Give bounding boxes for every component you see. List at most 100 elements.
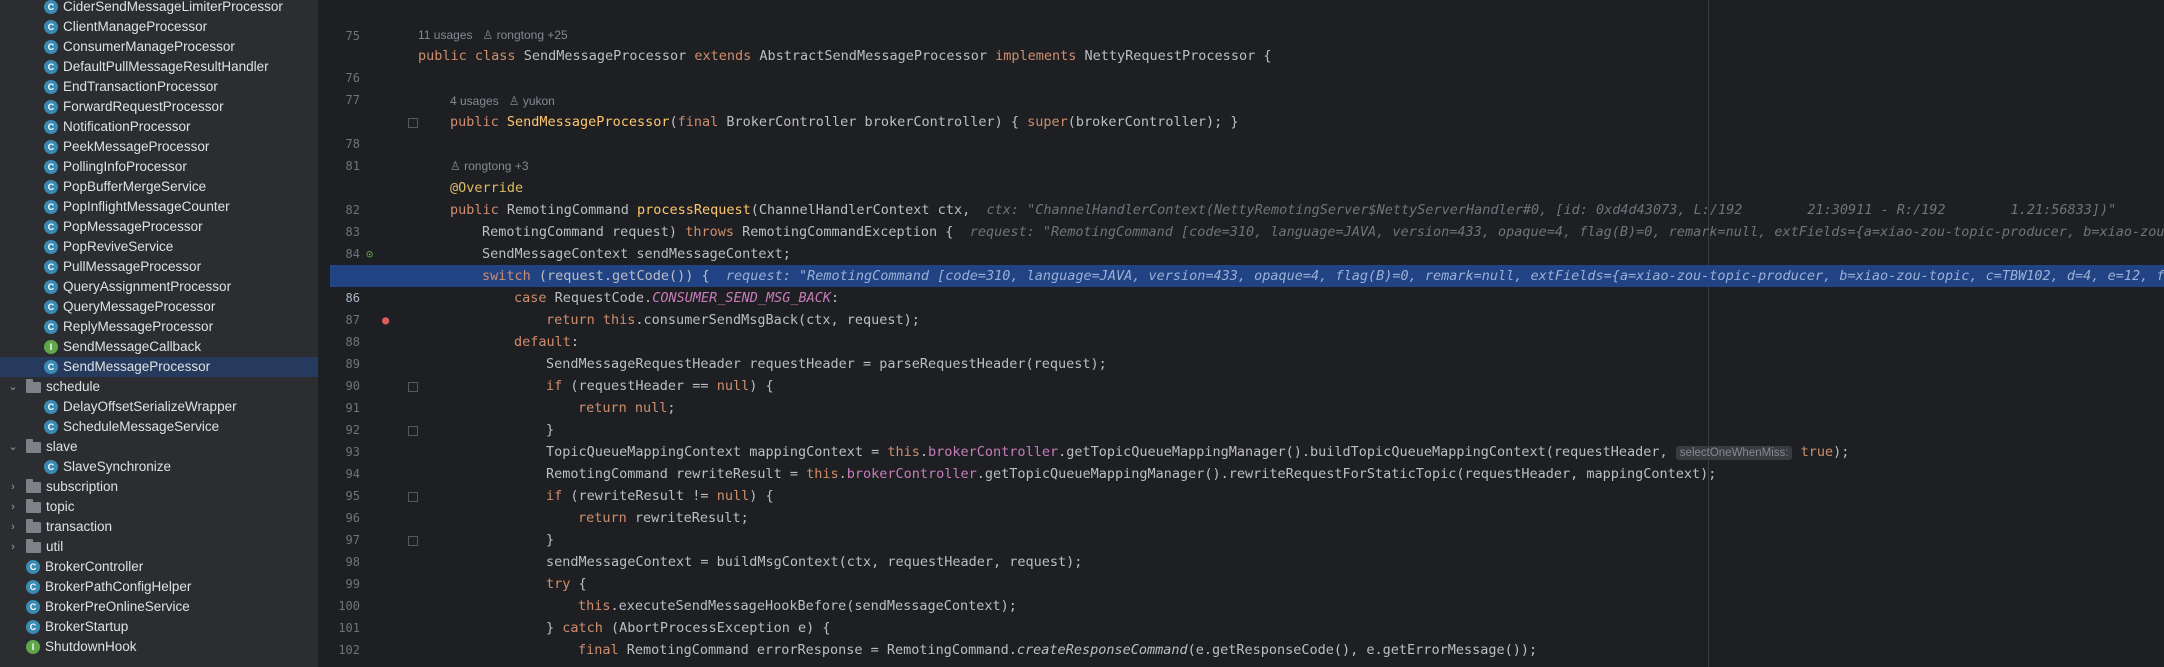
tree-item[interactable]: C BrokerPathConfigHelper (0, 577, 318, 597)
code-text[interactable]: public RemotingCommand processRequest(Ch… (450, 199, 2116, 221)
fold-marker[interactable] (408, 536, 418, 546)
tree-item[interactable]: C QueryMessageProcessor (0, 297, 318, 317)
code-editor[interactable]: 11 usages ♙ rongtong +25 4 usages ♙ yuko… (330, 0, 2164, 667)
code-line[interactable]: 103 final RemotingCommand errorResponse … (330, 639, 2164, 667)
tree-item[interactable]: C DefaultPullMessageResultHandler (0, 57, 318, 77)
code-line[interactable]: 81 (330, 133, 2164, 173)
tree-item[interactable]: C PeekMessageProcessor (0, 137, 318, 157)
code-text[interactable]: return rewriteResult; (578, 507, 749, 529)
chevron-right-icon[interactable]: › (8, 497, 18, 517)
tree-item[interactable]: C BrokerStartup (0, 617, 318, 637)
tree-item[interactable]: C DelayOffsetSerializeWrapper (0, 397, 318, 417)
tree-folder-schedule[interactable]: ⌄ schedule (0, 377, 318, 397)
code-text[interactable]: RemotingCommand request) throws Remoting… (482, 221, 2164, 243)
tree-item[interactable]: C BrokerPreOnlineService (0, 597, 318, 617)
code-text[interactable]: sendMessageContext = buildMsgContext(ctx… (546, 551, 1082, 573)
author-label[interactable]: rongtong +3 (464, 159, 528, 173)
code-line[interactable]: 101 this.executeSendMessageHookBefore(se… (330, 595, 2164, 635)
code-line[interactable]: 97 return rewriteResult; (330, 507, 2164, 547)
tree-item[interactable]: C CiderSendMessageLimiterProcessor (0, 0, 318, 17)
code-text[interactable]: try { (546, 573, 587, 595)
code-text[interactable]: @Override (450, 177, 523, 199)
code-line[interactable]: 99 sendMessageContext = buildMsgContext(… (330, 551, 2164, 591)
code-text[interactable]: } (546, 419, 554, 441)
ctor-usage-hint[interactable]: 4 usages ♙ yukon (450, 94, 555, 108)
tree-item[interactable]: C PopBufferMergeService (0, 177, 318, 197)
fold-marker[interactable] (408, 426, 418, 436)
code-text[interactable]: SendMessageRequestHeader requestHeader =… (546, 353, 1107, 375)
tree-item[interactable]: C ConsumerManageProcessor (0, 37, 318, 57)
code-line[interactable]: 88 return this.consumerSendMsgBack(ctx, … (330, 309, 2164, 349)
tree-item[interactable]: C PopInflightMessageCounter (0, 197, 318, 217)
code-text[interactable]: return null; (578, 397, 676, 419)
code-line[interactable]: 75 (330, 3, 2164, 43)
code-text[interactable]: } (546, 529, 554, 551)
code-line[interactable]: 93 } (330, 419, 2164, 459)
tree-item[interactable]: C EndTransactionProcessor (0, 77, 318, 97)
code-line[interactable]: 85 SendMessageContext sendMessageContext… (330, 243, 2164, 283)
chevron-right-icon[interactable]: › (8, 517, 18, 537)
code-text[interactable]: switch (request.getCode()) { request: "R… (482, 265, 2164, 287)
code-line[interactable]: 96 if (rewriteResult != null) { (330, 485, 2164, 525)
tree-folder-util[interactable]: › util (0, 537, 318, 557)
tree-item[interactable]: C QueryAssignmentProcessor (0, 277, 318, 297)
code-text[interactable]: final RemotingCommand errorResponse = Re… (578, 639, 1537, 661)
code-line[interactable]: 91 if (requestHeader == null) { (330, 375, 2164, 415)
code-text[interactable]: RemotingCommand rewriteResult = this.bro… (546, 463, 1716, 485)
code-line[interactable]: 89 default: (330, 331, 2164, 371)
tree-item[interactable]: C PullMessageProcessor (0, 257, 318, 277)
tree-folder-transaction[interactable]: › transaction (0, 517, 318, 537)
current-execution-line[interactable]: 86 ● switch (request.getCode()) { reques… (330, 265, 2164, 327)
code-line[interactable]: 78 public SendMessageProcessor(final Bro… (330, 111, 2164, 151)
code-text[interactable]: if (rewriteResult != null) { (546, 485, 774, 507)
tree-item[interactable]: C ForwardRequestProcessor (0, 97, 318, 117)
code-text[interactable]: if (requestHeader == null) { (546, 375, 774, 397)
code-text[interactable]: public SendMessageProcessor(final Broker… (450, 111, 1238, 133)
code-line[interactable]: 100 try { (330, 573, 2164, 613)
tree-item[interactable]: C PollingInfoProcessor (0, 157, 318, 177)
tree-item[interactable]: I SendMessageCallback (0, 337, 318, 357)
tree-item[interactable]: C ReplyMessageProcessor (0, 317, 318, 337)
usages-count[interactable]: 4 usages (450, 94, 499, 108)
code-line[interactable]: 82 @Override (330, 177, 2164, 217)
code-line[interactable]: 76 public class SendMessageProcessor ext… (330, 45, 2164, 85)
code-text[interactable]: public class SendMessageProcessor extend… (418, 45, 1271, 67)
code-line[interactable]: 83 ⊙ @ public RemotingCommand processReq… (330, 199, 2164, 283)
tree-item[interactable]: C SendMessageProcessor (0, 357, 318, 377)
code-line[interactable]: 84 RemotingCommand request) throws Remot… (330, 221, 2164, 261)
method-usage-hint[interactable]: ♙ rongtong +3 (450, 159, 529, 173)
tree-item[interactable]: C PopMessageProcessor (0, 217, 318, 237)
tree-item[interactable]: C ScheduleMessageService (0, 417, 318, 437)
code-line[interactable]: 98 } (330, 529, 2164, 569)
chevron-right-icon[interactable]: › (8, 537, 18, 557)
code-text[interactable]: SendMessageContext sendMessageContext; (482, 243, 791, 265)
tree-folder-subscription[interactable]: › subscription (0, 477, 318, 497)
code-text[interactable]: return this.consumerSendMsgBack(ctx, req… (546, 309, 920, 331)
code-line[interactable]: 95 RemotingCommand rewriteResult = this.… (330, 463, 2164, 503)
code-text[interactable]: } catch (AbortProcessException e) { (546, 617, 831, 639)
chevron-down-icon[interactable]: ⌄ (8, 437, 18, 457)
usages-count[interactable]: 11 usages (418, 28, 473, 42)
tree-item[interactable]: I ShutdownHook (0, 637, 318, 657)
code-text[interactable]: this.executeSendMessageHookBefore(sendMe… (578, 595, 1017, 617)
fold-marker[interactable] (408, 382, 418, 392)
fold-marker[interactable] (408, 492, 418, 502)
tree-folder-slave[interactable]: ⌄ slave (0, 437, 318, 457)
code-line[interactable]: 94 TopicQueueMappingContext mappingConte… (330, 441, 2164, 481)
tree-item[interactable]: C ClientManageProcessor (0, 17, 318, 37)
tree-item[interactable]: C NotificationProcessor (0, 117, 318, 137)
code-text[interactable]: default: (514, 331, 579, 353)
code-text[interactable]: case RequestCode.CONSUMER_SEND_MSG_BACK: (514, 287, 839, 309)
chevron-down-icon[interactable]: ⌄ (8, 377, 18, 397)
tree-item[interactable]: C PopReviveService (0, 237, 318, 257)
code-line[interactable]: 92 return null; (330, 397, 2164, 437)
code-line[interactable]: 77 (330, 67, 2164, 107)
fold-marker[interactable] (408, 118, 418, 128)
code-line[interactable]: 90 SendMessageRequestHeader requestHeade… (330, 353, 2164, 393)
author-label[interactable]: rongtong +25 (497, 28, 568, 42)
author-label[interactable]: yukon (523, 94, 555, 108)
code-text[interactable]: TopicQueueMappingContext mappingContext … (546, 441, 1849, 464)
code-line[interactable]: 87 case RequestCode.CONSUMER_SEND_MSG_BA… (330, 287, 2164, 327)
tree-folder-topic[interactable]: › topic (0, 497, 318, 517)
class-usage-hint[interactable]: 11 usages ♙ rongtong +25 (418, 28, 568, 42)
